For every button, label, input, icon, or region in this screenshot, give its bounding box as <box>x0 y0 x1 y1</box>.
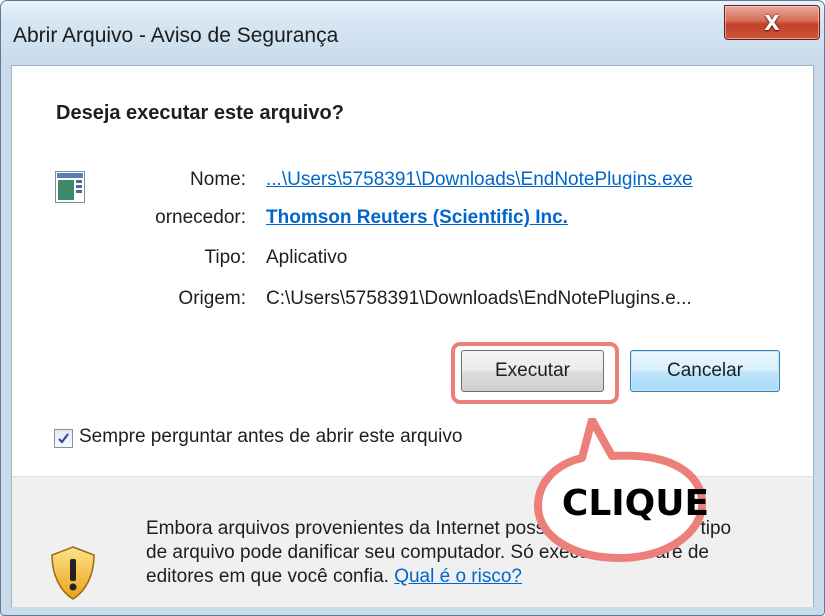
window-title: Abrir Arquivo - Aviso de Segurança <box>13 24 339 47</box>
close-button[interactable]: X <box>724 5 820 40</box>
file-name-link[interactable]: ...\Users\5758391\Downloads\EndNotePlugi… <box>266 169 693 191</box>
security-shield-warning-icon <box>51 546 95 600</box>
publisher-label: ornecedor: <box>155 207 246 228</box>
cancel-button[interactable]: Cancelar <box>630 350 780 392</box>
title-bar: Abrir Arquivo - Aviso de Segurança X <box>1 1 824 65</box>
warning-line-3: editores em que você confia. <box>146 566 389 587</box>
type-value: Aplicativo <box>266 247 348 268</box>
risk-info-link[interactable]: Qual é o risco? <box>394 566 522 587</box>
publisher-link[interactable]: Thomson Reuters (Scientific) Inc. <box>266 207 568 229</box>
checkmark-icon <box>58 433 69 444</box>
dialog-content: Deseja executar este arquivo? Nome: ...\… <box>11 65 814 607</box>
origin-label: Origem: <box>178 288 246 309</box>
warning-line-2: de arquivo pode danificar seu computador… <box>146 542 709 563</box>
warning-text: Embora arquivos provenientes da Internet… <box>146 517 786 589</box>
file-info-panel: Deseja executar este arquivo? Nome: ...\… <box>12 66 813 476</box>
dialog-heading: Deseja executar este arquivo? <box>56 102 344 124</box>
always-ask-label[interactable]: Sempre perguntar antes de abrir este arq… <box>79 426 462 448</box>
close-icon: X <box>764 10 780 35</box>
execute-button[interactable]: Executar <box>461 350 604 392</box>
callout-text: CLIQUE <box>561 483 710 524</box>
type-label: Tipo: <box>204 247 246 268</box>
application-window-icon <box>55 171 85 203</box>
always-ask-checkbox[interactable] <box>54 429 73 448</box>
origin-value: C:\Users\5758391\Downloads\EndNotePlugin… <box>266 288 692 309</box>
name-label: Nome: <box>190 169 246 190</box>
